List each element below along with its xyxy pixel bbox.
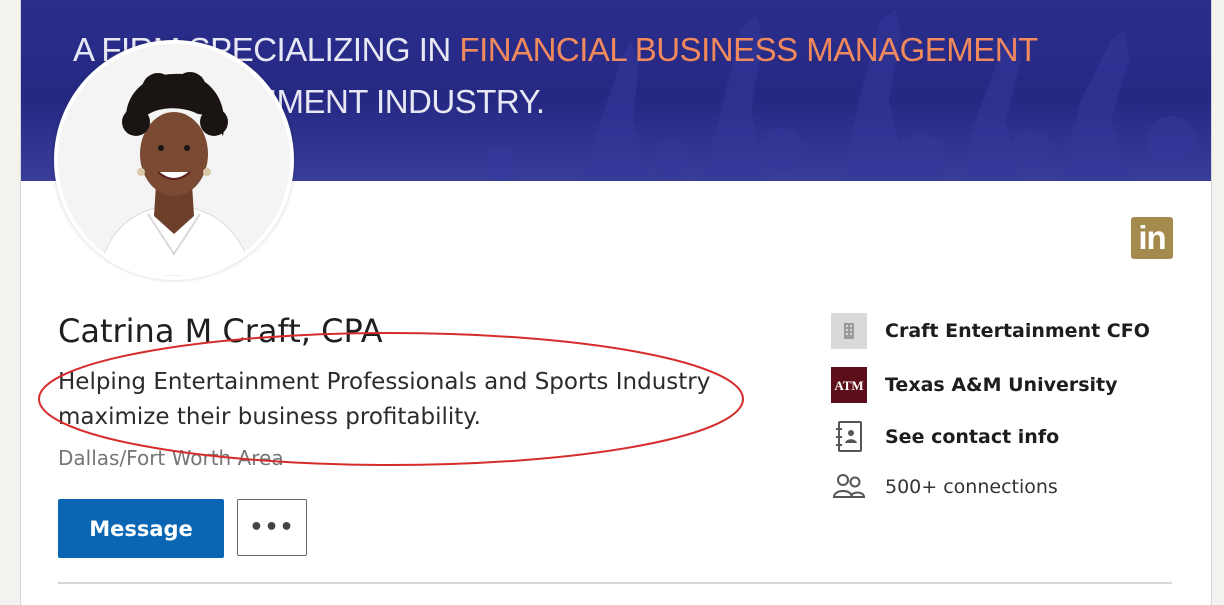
profile-location: Dallas/Fort Worth Area — [58, 446, 284, 470]
connections-link[interactable]: 500+ connections — [831, 469, 1058, 505]
svg-text:ATM: ATM — [834, 378, 863, 393]
address-book-icon — [831, 419, 867, 455]
contact-label: See contact info — [885, 426, 1060, 448]
profile-headline: Helping Entertainment Professionals and … — [58, 369, 711, 430]
profile-card: A FIRM SPECIALIZING IN FINANCIAL BUSINES… — [20, 0, 1212, 605]
education-school[interactable]: ATM Texas A&M University — [831, 367, 1118, 403]
profile-name: Catrina M Craft, CPA — [58, 312, 383, 350]
people-icon — [831, 469, 867, 505]
avatar-portrait — [58, 44, 290, 276]
contact-info-link[interactable]: See contact info — [831, 419, 1059, 455]
banner-line1-highlight: FINANCIAL BUSINESS MANAGEMENT — [459, 31, 1038, 68]
profile-avatar[interactable] — [58, 44, 290, 276]
building-icon — [831, 313, 867, 349]
linkedin-icon[interactable]: in — [1131, 217, 1173, 259]
message-button[interactable]: Message — [58, 499, 224, 558]
section-divider — [58, 582, 1172, 584]
company-label: Craft Entertainment CFO — [885, 320, 1150, 342]
texas-am-logo-icon: ATM — [831, 367, 867, 403]
connections-label: 500+ connections — [885, 476, 1058, 498]
school-label: Texas A&M University — [885, 374, 1118, 396]
more-actions-button[interactable]: ••• — [237, 499, 307, 556]
current-company[interactable]: Craft Entertainment CFO — [831, 313, 1150, 349]
